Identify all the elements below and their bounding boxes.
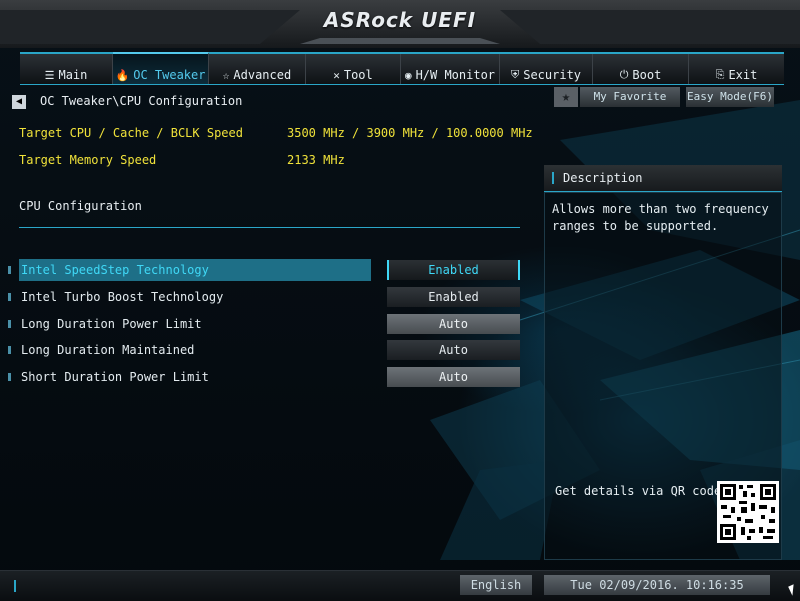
target-cpu-speed-value: 3500 MHz / 3900 MHz / 100.0000 MHz (287, 126, 533, 140)
tab-hw-monitor[interactable]: ◉ H/W Monitor (401, 54, 500, 84)
section-title: CPU Configuration (19, 199, 142, 213)
description-text: Allows more than two frequency ranges to… (552, 202, 769, 233)
setting-row-long-duration-maintained[interactable]: Long Duration Maintained Auto (8, 339, 520, 361)
setting-label: Long Duration Power Limit (21, 317, 202, 331)
power-icon: ⏻ (619, 68, 629, 81)
favorite-star-icon[interactable]: ★ (554, 87, 578, 107)
my-favorite-button[interactable]: My Favorite (580, 87, 680, 107)
tools-icon: ✕ (333, 69, 340, 82)
row-marker (8, 266, 11, 274)
list-icon: ☰ (44, 69, 55, 82)
language-button[interactable]: English (460, 575, 532, 595)
description-header: Description (544, 165, 782, 192)
back-arrow-icon[interactable]: ◀ (12, 95, 26, 109)
setting-row-turbo-boost[interactable]: Intel Turbo Boost Technology Enabled (8, 286, 520, 308)
tab-advanced[interactable]: ☆ Advanced (209, 54, 306, 84)
flame-icon: 🔥 (115, 69, 130, 82)
row-marker (8, 320, 11, 328)
setting-value-dropdown[interactable]: Enabled (387, 260, 520, 280)
qr-code-image (717, 481, 779, 543)
tab-tool[interactable]: ✕ Tool (306, 54, 401, 84)
description-panel: Allows more than two frequency ranges to… (544, 192, 782, 560)
qr-code-graphic (720, 484, 776, 540)
setting-row-long-duration-power-limit[interactable]: Long Duration Power Limit Auto (8, 313, 520, 335)
target-cpu-speed-label: Target CPU / Cache / BCLK Speed (19, 126, 243, 140)
tab-security[interactable]: ⛨ Security (500, 54, 593, 84)
target-memory-speed-value: 2133 MHz (287, 153, 345, 167)
tab-label: Advanced (233, 68, 292, 82)
easy-mode-button[interactable]: Easy Mode(F6) (686, 87, 774, 107)
main-tab-bar: ☰ Main 🔥 OC Tweaker ☆ Advanced ✕ Tool ◉ … (20, 52, 784, 85)
monitor-icon: ◉ (404, 69, 412, 82)
date-time-display: Tue 02/09/2016. 10:16:35 (544, 575, 770, 595)
description-title: Description (563, 171, 643, 185)
setting-value-field[interactable]: Auto (387, 314, 520, 334)
tab-label: H/W Monitor (415, 68, 496, 82)
tab-label: Boot (632, 68, 662, 82)
row-marker (8, 373, 11, 381)
setting-label: Short Duration Power Limit (21, 370, 209, 384)
tab-label: OC Tweaker (133, 68, 206, 82)
target-memory-speed-label: Target Memory Speed (19, 153, 157, 167)
setting-value-dropdown[interactable]: Enabled (387, 287, 520, 307)
breadcrumb: OC Tweaker\CPU Configuration (40, 94, 243, 108)
tab-exit[interactable]: ⎘ Exit (689, 54, 784, 84)
setting-value-field[interactable]: Auto (387, 340, 520, 360)
star-icon: ☆ (222, 69, 230, 82)
qr-code-label: Get details via QR code (555, 484, 722, 498)
tab-boot[interactable]: ⏻ Boot (593, 54, 689, 84)
section-divider (19, 227, 520, 228)
tab-label: Main (58, 68, 88, 82)
setting-label: Intel Turbo Boost Technology (21, 290, 224, 304)
row-marker (8, 293, 11, 301)
tab-oc-tweaker[interactable]: 🔥 OC Tweaker (113, 52, 209, 84)
footer-marker (14, 580, 16, 592)
setting-label: Long Duration Maintained (21, 343, 195, 357)
exit-icon: ⎘ (715, 68, 725, 81)
setting-row-short-duration-power-limit[interactable]: Short Duration Power Limit Auto (8, 366, 520, 388)
shield-icon: ⛨ (510, 68, 520, 81)
tab-label: Security (523, 68, 582, 82)
tab-label: Tool (343, 68, 373, 82)
asrock-logo: ASRock UEFI (323, 8, 477, 32)
tab-main[interactable]: ☰ Main (20, 54, 113, 84)
description-marker (552, 172, 554, 184)
row-marker (8, 346, 11, 354)
setting-row-speedstep[interactable]: Intel SpeedStep Technology Enabled (8, 259, 520, 281)
tab-label: Exit (728, 68, 758, 82)
setting-value-field[interactable]: Auto (387, 367, 520, 387)
header-bar: ASRock UEFI (0, 0, 800, 48)
setting-label: Intel SpeedStep Technology (19, 259, 371, 281)
